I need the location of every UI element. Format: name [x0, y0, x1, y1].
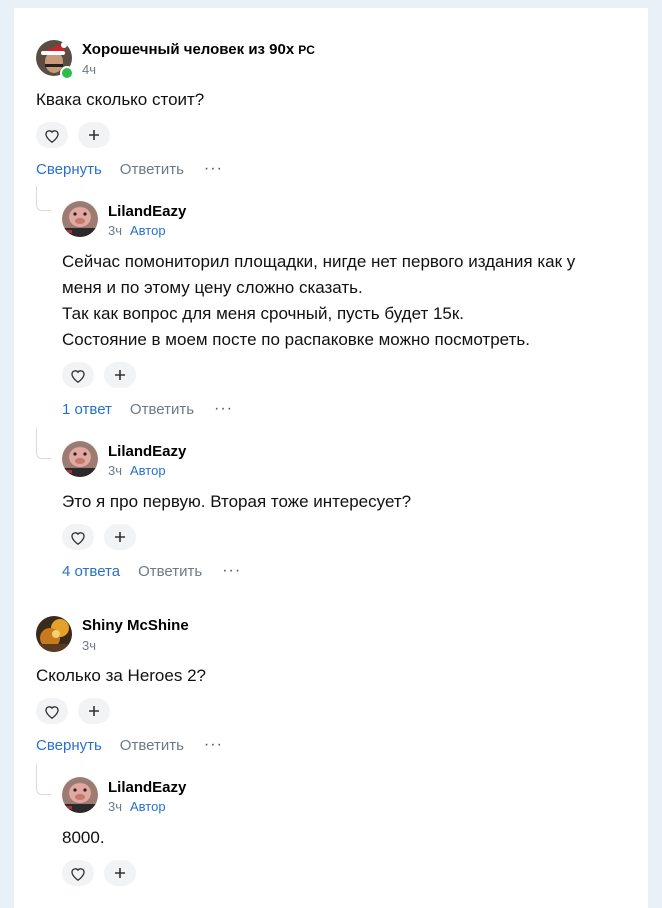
comment-text: 8000.: [62, 828, 105, 847]
comment-meta: 3ч Автор: [108, 799, 166, 814]
avatar[interactable]: [36, 616, 72, 652]
like-button[interactable]: [62, 362, 94, 388]
replies-button[interactable]: 4 ответа: [62, 563, 120, 580]
comment-actions: 1 ответ Ответить ···: [62, 400, 233, 418]
plus-icon: [115, 868, 125, 878]
avatar[interactable]: [62, 441, 98, 477]
author-badge: Автор: [130, 799, 166, 814]
pc-badge: PC: [298, 43, 315, 57]
comment-author[interactable]: LilandEazy: [108, 443, 186, 460]
replies-button[interactable]: 1 ответ: [62, 401, 112, 418]
collapse-button[interactable]: Свернуть: [36, 161, 102, 178]
reply-button[interactable]: Ответить: [120, 161, 184, 178]
comment-author[interactable]: LilandEazy: [108, 203, 186, 220]
plus-icon: [115, 532, 125, 542]
add-reaction-button[interactable]: [104, 362, 136, 388]
heart-outline-icon: [71, 867, 85, 881]
like-button[interactable]: [62, 524, 94, 550]
comment-actions: Свернуть Ответить ···: [36, 160, 223, 178]
online-indicator: [60, 66, 74, 80]
add-reaction-button[interactable]: [78, 122, 110, 148]
reply-button[interactable]: Ответить: [130, 401, 194, 418]
avatar[interactable]: [62, 201, 98, 237]
like-button[interactable]: [36, 698, 68, 724]
more-icon[interactable]: ···: [204, 160, 223, 178]
more-icon[interactable]: ···: [222, 562, 241, 580]
comment-meta: 3ч Автор: [108, 463, 166, 478]
heart-outline-icon: [45, 705, 59, 719]
heart-outline-icon: [71, 369, 85, 383]
comment-text: Сколько за Heroes 2?: [36, 666, 206, 685]
plus-icon: [89, 706, 99, 716]
reply-button[interactable]: Ответить: [120, 737, 184, 754]
comment-time: 3ч: [108, 463, 123, 478]
like-button[interactable]: [62, 860, 94, 886]
author-badge: Автор: [130, 223, 166, 238]
thread-line: [36, 186, 51, 211]
comment-text: Сейчас помониторил площадки, нигде нет п…: [62, 252, 576, 349]
comment-meta: 3ч Автор: [108, 223, 166, 238]
comment-text: Квака сколько стоит?: [36, 90, 205, 109]
heart-outline-icon: [71, 531, 85, 545]
comment-author[interactable]: Хорошечный человек из 90х PC: [82, 41, 315, 58]
collapse-button[interactable]: Свернуть: [36, 737, 102, 754]
plus-icon: [89, 130, 99, 140]
comment-author[interactable]: LilandEazy: [108, 779, 186, 796]
thread-line: [36, 764, 51, 795]
comments-card: Хорошечный человек из 90х PC 4ч Квака ско…: [14, 8, 648, 908]
add-reaction-button[interactable]: [104, 860, 136, 886]
like-button[interactable]: [36, 122, 68, 148]
comment-author[interactable]: Shiny McShine: [82, 617, 189, 634]
more-icon[interactable]: ···: [204, 736, 223, 754]
add-reaction-button[interactable]: [104, 524, 136, 550]
thread-line: [36, 428, 51, 459]
comment-actions: Свернуть Ответить ···: [36, 736, 223, 754]
more-icon[interactable]: ···: [214, 400, 233, 418]
plus-icon: [115, 370, 125, 380]
reply-button[interactable]: Ответить: [138, 563, 202, 580]
avatar[interactable]: [62, 777, 98, 813]
comment-time: 3ч: [82, 638, 97, 653]
heart-outline-icon: [45, 129, 59, 143]
comment-actions: 4 ответа Ответить ···: [62, 562, 241, 580]
comment-time: 3ч: [108, 799, 123, 814]
comment-time: 4ч: [82, 62, 97, 77]
author-badge: Автор: [130, 463, 166, 478]
comment-time: 3ч: [108, 223, 123, 238]
comment-text: Это я про первую. Вторая тоже интересует…: [62, 492, 412, 511]
add-reaction-button[interactable]: [78, 698, 110, 724]
